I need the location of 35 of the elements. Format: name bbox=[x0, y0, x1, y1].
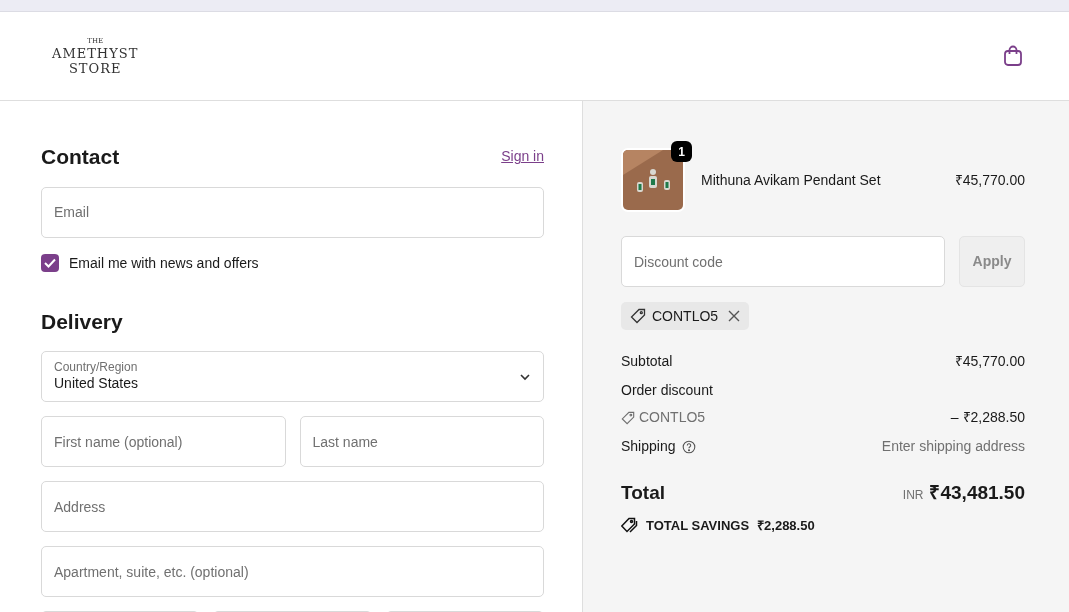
help-icon[interactable] bbox=[681, 439, 696, 454]
discount-tag: CONTLO5 bbox=[621, 302, 750, 330]
product-price: ₹45,770.00 bbox=[954, 170, 1025, 190]
sign-in-link[interactable]: Sign in bbox=[501, 146, 544, 168]
product-name: Mithuna Avikam Pendant Set bbox=[701, 170, 882, 190]
summary-value: ₹45,770.00 bbox=[954, 352, 1025, 371]
checkbox-label: Email me with news and offers bbox=[69, 253, 259, 273]
input-field[interactable]: Last name bbox=[299, 416, 544, 467]
currency-code: INR bbox=[902, 487, 924, 504]
close-icon[interactable] bbox=[728, 310, 741, 322]
quantity-badge: 1 bbox=[671, 141, 692, 162]
summary-value: Enter shipping address bbox=[881, 437, 1025, 456]
tags-icon bbox=[621, 517, 638, 534]
input-field[interactable]: Apartment, suite, etc. (optional) bbox=[41, 546, 544, 597]
shopping-bag-icon[interactable] bbox=[1003, 45, 1023, 67]
section-heading: Delivery bbox=[41, 308, 124, 335]
tag-icon bbox=[621, 410, 635, 425]
savings-value: ₹2,288.50 bbox=[757, 516, 815, 535]
total-label: Total bbox=[621, 481, 665, 505]
discount-code: CONTLO5 bbox=[639, 408, 706, 427]
tag-icon bbox=[630, 308, 646, 324]
summary-label: Order discount bbox=[621, 381, 714, 400]
summary-label: Subtotal bbox=[621, 352, 673, 371]
checkbox[interactable] bbox=[41, 254, 59, 272]
input-field[interactable]: First name (optional) bbox=[41, 416, 286, 467]
chevron-down-icon bbox=[519, 372, 531, 381]
total-value: ₹43,481.50 bbox=[929, 481, 1025, 505]
summary-label: Shipping bbox=[621, 437, 676, 456]
section-heading: Contact bbox=[41, 144, 120, 170]
savings-label: TOTAL SAVINGS bbox=[646, 516, 750, 535]
country-select[interactable]: Country/Region United States bbox=[41, 351, 544, 402]
summary-value: – ₹2,288.50 bbox=[950, 408, 1025, 427]
discount-code-field[interactable]: Discount code bbox=[621, 236, 945, 287]
email-field[interactable]: Email bbox=[41, 186, 544, 238]
input-field[interactable]: Address bbox=[41, 481, 544, 532]
